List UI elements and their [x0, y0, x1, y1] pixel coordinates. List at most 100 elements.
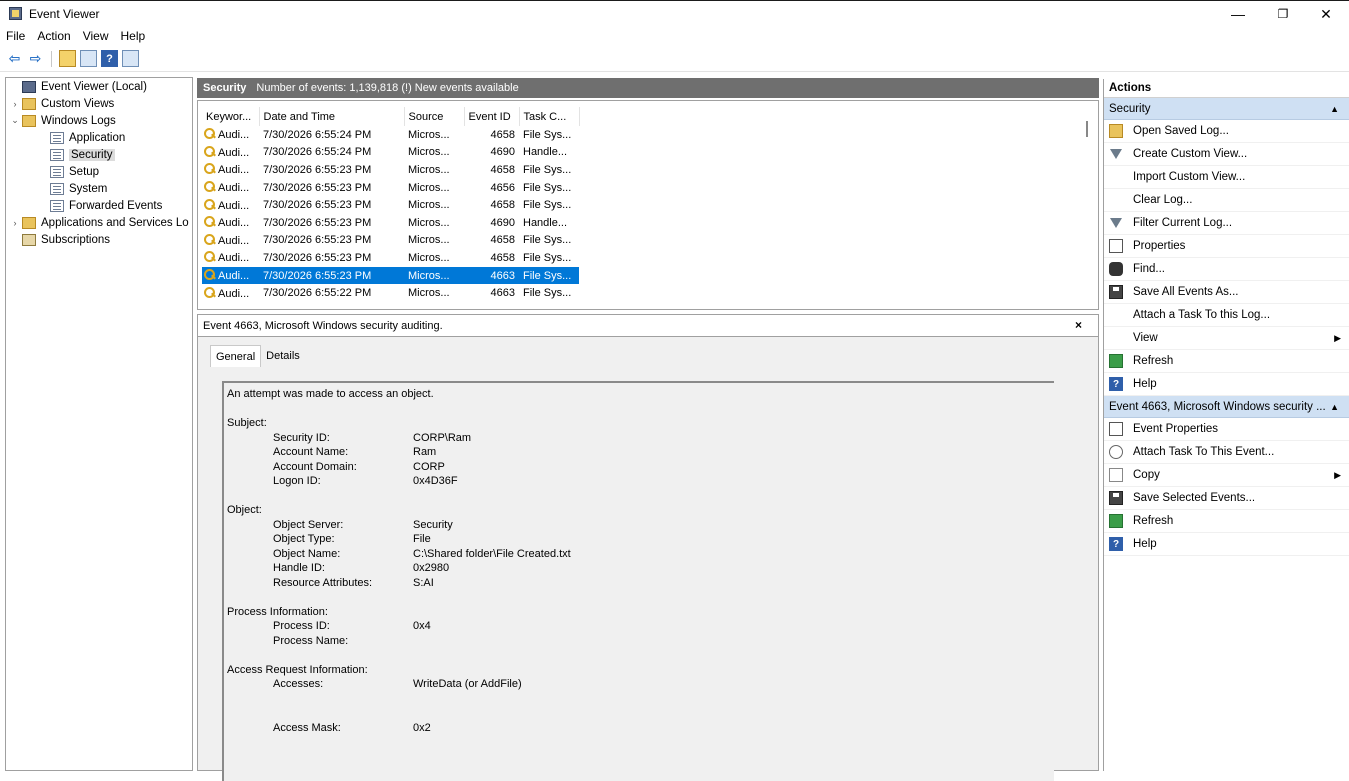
action-item[interactable]: Attach Task To This Event... [1104, 441, 1349, 464]
collapse-caret-icon[interactable]: ▲ [1330, 402, 1339, 412]
description-line: Process Information: [227, 605, 328, 618]
close-button[interactable]: ✕ [1303, 1, 1349, 27]
action-item[interactable]: Event Properties [1104, 418, 1349, 441]
tree-item[interactable]: Forwarded Events [6, 197, 192, 214]
tree-item[interactable]: ⌄ Windows Logs [6, 112, 192, 129]
title-bar: Event Viewer — ❐ ✕ [0, 0, 1349, 26]
table-cell: Audi... [202, 284, 259, 302]
tab-general[interactable]: General [210, 345, 262, 367]
tab-details[interactable]: Details [261, 345, 305, 367]
table-row[interactable]: Audi... 7/30/2026 6:55:23 PM Micros... 4658… [202, 232, 579, 250]
tree-item[interactable]: Setup [6, 163, 192, 180]
tree-item[interactable]: › Applications and Services Lo [6, 214, 192, 231]
action-label: Copy [1133, 469, 1160, 481]
find-icon [1109, 262, 1123, 276]
table-row[interactable]: Audi... 7/30/2026 6:55:23 PM Micros... 4658… [202, 249, 579, 267]
column-header[interactable]: Task C... [519, 107, 580, 126]
action-label: Attach a Task To this Log... [1133, 309, 1271, 321]
table-cell: File Sys... [523, 234, 572, 247]
action-item[interactable]: Open Saved Log... [1104, 120, 1349, 143]
expand-chevron-icon[interactable]: › [8, 218, 22, 228]
column-header[interactable]: Date and Time [259, 107, 405, 126]
action-label: Event Properties [1133, 423, 1219, 435]
action-item[interactable]: View ▶ [1104, 327, 1349, 350]
minimize-button[interactable]: — [1215, 1, 1261, 27]
action-item[interactable]: Save All Events As... [1104, 281, 1349, 304]
action-item[interactable]: ? Help [1104, 533, 1349, 556]
description-line: Object: [227, 504, 262, 516]
menu-action[interactable]: Action [37, 29, 70, 43]
table-row[interactable]: Audi... 7/30/2026 6:55:24 PM Micros... 4658… [202, 126, 579, 144]
table-cell: 4656 [490, 181, 515, 194]
menu-help[interactable]: Help [121, 29, 146, 43]
menu-view[interactable]: View [83, 29, 109, 43]
event-viewer-app-icon [9, 7, 22, 20]
refresh-icon [1109, 354, 1123, 368]
action-item[interactable]: Attach a Task To this Log... [1104, 304, 1349, 327]
table-row[interactable]: Audi... 7/30/2026 6:55:22 PM Micros... 4663… [202, 284, 579, 302]
up-folder-icon[interactable] [59, 50, 76, 67]
table-row[interactable]: Audi... 7/30/2026 6:55:23 PM Micros... 4656… [202, 179, 579, 197]
help-icon[interactable]: ? [101, 50, 118, 67]
action-group-header[interactable]: Security ▲ [1104, 98, 1349, 120]
restore-button[interactable]: ❐ [1260, 1, 1306, 27]
field-label: Account Domain: [273, 460, 357, 473]
table-row[interactable]: Audi... 7/30/2026 6:55:23 PM Micros... 4658… [202, 196, 579, 214]
table-row[interactable]: Audi... 7/30/2026 6:55:23 PM Micros... 4663… [202, 266, 579, 285]
expand-chevron-icon[interactable]: › [8, 99, 22, 109]
column-header[interactable]: Keywor... [202, 107, 260, 126]
action-item[interactable]: Save Selected Events... [1104, 487, 1349, 510]
tree-item[interactable]: Event Viewer (Local) [6, 78, 192, 95]
audit-key-icon [204, 128, 216, 140]
show-hide-action-pane-icon[interactable] [122, 50, 139, 67]
action-item[interactable]: Find... [1104, 258, 1349, 281]
back-arrow-icon[interactable]: ⇦ [6, 50, 23, 67]
events-scrollbar[interactable] [1086, 121, 1088, 137]
field-row: Access Mask: 0x2 [227, 721, 1051, 736]
action-item[interactable]: Properties [1104, 235, 1349, 258]
action-item[interactable]: Create Custom View... [1104, 143, 1349, 166]
action-item[interactable]: Filter Current Log... [1104, 212, 1349, 235]
menu-file[interactable]: File [6, 29, 25, 43]
toolbar-separator [51, 50, 52, 67]
save-icon [1109, 285, 1123, 299]
tree-item[interactable]: › Custom Views [6, 95, 192, 112]
action-label: Filter Current Log... [1133, 217, 1233, 229]
event-description[interactable]: An attempt was made to access an object.… [222, 381, 1054, 781]
action-group-header[interactable]: Event 4663, Microsoft Windows security .… [1104, 396, 1349, 418]
keyword-text: Audi... [218, 164, 250, 177]
action-item[interactable]: Copy ▶ [1104, 464, 1349, 487]
tree-item-label: Setup [69, 165, 100, 178]
tree-item[interactable]: Security [6, 146, 192, 163]
expand-chevron-icon[interactable]: ⌄ [8, 115, 22, 126]
show-hide-console-tree-icon[interactable] [80, 50, 97, 67]
column-header[interactable]: Source [404, 107, 465, 126]
collapse-caret-icon[interactable]: ▲ [1330, 104, 1339, 114]
action-item[interactable]: Refresh [1104, 350, 1349, 373]
actions-pane: Actions Security ▲ Open Saved Log... Create… [1103, 79, 1349, 771]
close-detail-icon[interactable]: × [1075, 318, 1082, 332]
event-count: Number of events: 1,139,818 (!) New even… [256, 82, 519, 94]
action-item[interactable]: Import Custom View... [1104, 166, 1349, 189]
tree-item[interactable]: System [6, 180, 192, 197]
menu-bar: File Action View Help [0, 26, 1349, 46]
table-cell: Micros... [404, 266, 464, 285]
table-row[interactable]: Audi... 7/30/2026 6:55:23 PM Micros... 4658… [202, 161, 579, 179]
audit-key-icon [204, 145, 216, 158]
table-row[interactable]: Audi... 7/30/2026 6:55:23 PM Micros... 4690… [202, 214, 579, 232]
viewer-icon [22, 80, 36, 93]
column-header[interactable]: Event ID [464, 107, 520, 126]
table-row[interactable]: Audi... 7/30/2026 6:55:24 PM Micros... 4690… [202, 144, 579, 162]
table-cell: Micros... [408, 234, 450, 247]
action-item[interactable]: ? Help [1104, 373, 1349, 396]
action-item[interactable]: Clear Log... [1104, 189, 1349, 212]
tree-item[interactable]: Application [6, 129, 192, 146]
table-cell: 4663 [490, 287, 515, 300]
forward-arrow-icon[interactable]: ⇨ [27, 50, 44, 67]
tree-item[interactable]: Subscriptions [6, 231, 192, 248]
action-item[interactable]: Refresh [1104, 510, 1349, 533]
